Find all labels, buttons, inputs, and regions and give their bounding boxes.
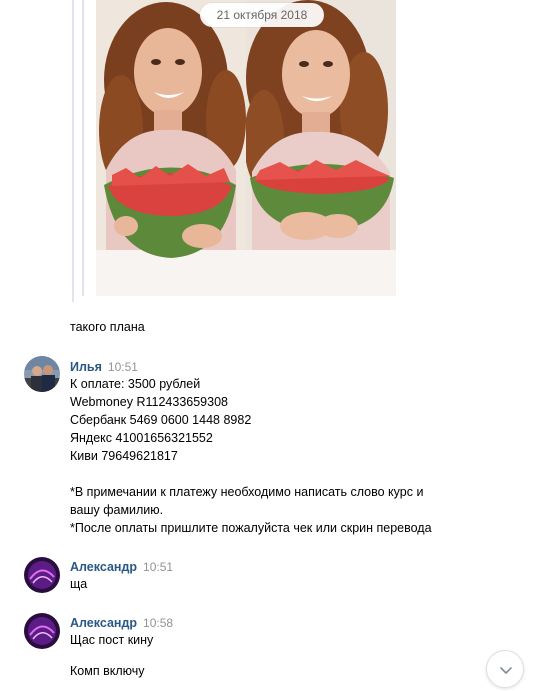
avatar[interactable] [24, 356, 60, 392]
message-line: Webmoney R112433659308 [70, 395, 228, 409]
avatar-purple-logo [24, 613, 60, 649]
message-line [70, 465, 432, 483]
message-line: *После оплаты пришлите пожалуйста чек ил… [70, 521, 432, 535]
message-header: Илья 10:51 [70, 359, 138, 375]
message-body: ща [70, 575, 87, 593]
photo-woman-watermelon [96, 0, 246, 296]
message-line: Щас пост кину [70, 633, 154, 647]
forward-border [72, 0, 74, 302]
message-line: вашу фамилию. [70, 503, 164, 517]
photo-woman-watermelon [246, 0, 396, 296]
scroll-down-button[interactable] [486, 650, 524, 688]
date-separator: 21 октября 2018 [200, 3, 324, 27]
message-line: Яндекс 41001656321552 [70, 431, 213, 445]
chevron-down-icon [500, 667, 512, 674]
message-line: Киви 79649621817 [70, 449, 178, 463]
message-body: Щас пост кину [70, 631, 153, 649]
avatar[interactable] [24, 613, 60, 649]
chat-history: 21 октября 2018 такого плана Илья 10:51 К… [0, 0, 535, 691]
message-header: Александр 10:58 [70, 615, 173, 631]
message-body: К оплате: 3500 рублей Webmoney R11243365… [70, 375, 432, 537]
message-text: такого плана [70, 320, 145, 334]
author-name[interactable]: Александр [70, 616, 137, 630]
photo-attachment[interactable] [246, 0, 396, 296]
message-time[interactable]: 10:51 [108, 360, 138, 374]
avatar-photo-two-people [24, 356, 60, 392]
message-time[interactable]: 10:51 [143, 560, 173, 574]
photo-attachment[interactable] [96, 0, 246, 296]
message-header: Александр 10:51 [70, 559, 173, 575]
message-line: *В примечании к платежу необходимо напис… [70, 485, 424, 499]
message-text: Комп включу [70, 664, 145, 678]
forward-border-nested [82, 0, 84, 296]
message-line: К оплате: 3500 рублей [70, 377, 201, 391]
message-line: Сбербанк 5469 0600 1448 8982 [70, 413, 252, 427]
message-line: ща [70, 577, 88, 591]
author-name[interactable]: Александр [70, 560, 137, 574]
author-name[interactable]: Илья [70, 360, 102, 374]
message-time[interactable]: 10:58 [143, 616, 173, 630]
avatar-purple-logo [24, 557, 60, 593]
avatar[interactable] [24, 557, 60, 593]
